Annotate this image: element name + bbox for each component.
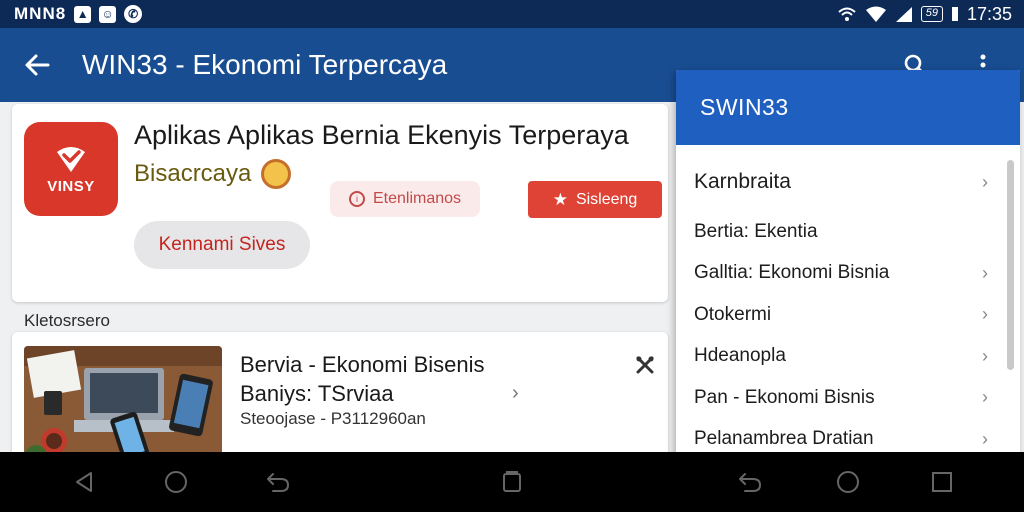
menu-scrollbar[interactable]: [1007, 160, 1014, 370]
menu-item-label: Bertia: Ekentia: [694, 220, 818, 242]
nav-back-button[interactable]: [70, 468, 98, 496]
menu-item[interactable]: Hdeanopla ›: [676, 336, 1020, 378]
recents-icon: [503, 471, 521, 492]
chevron-right-icon: ›: [982, 262, 988, 283]
status-bar: MNN8 ▲ ☺ ✆ 59 17:35: [0, 0, 1024, 28]
result-card[interactable]: Bervia - Ekonomi Bisenis Baniys: TSrviaa…: [12, 332, 668, 462]
menu-item-label: Karnbraita: [694, 170, 791, 193]
app-info-card: VINSY Aplikas Aplikas Bernia Ekenyis Ter…: [12, 104, 668, 302]
section-label: Kletosrsero: [24, 311, 110, 330]
wifi-icon: [865, 6, 887, 23]
status-right: 59 17:35: [837, 4, 1012, 25]
nav-recents-button[interactable]: [498, 468, 526, 496]
back-icon: [739, 473, 761, 492]
result-subtitle: Baniys: TSrviaa: [240, 381, 394, 406]
undo-icon: [267, 473, 289, 492]
result-thumbnail: [24, 346, 222, 462]
status-clock: 17:35: [966, 3, 1012, 24]
image-icon: ▲: [74, 5, 92, 23]
checkmark-shield-icon: [57, 146, 85, 172]
nav-home-button[interactable]: [162, 468, 190, 496]
menu-header: SWIN33: [676, 70, 1020, 145]
navigation-bar: [0, 452, 1024, 512]
chevron-right-icon: ›: [982, 345, 988, 366]
menu-item-label: Hdeanopla: [694, 345, 786, 367]
home-icon: [837, 471, 859, 493]
menu-item-label: Otokermi: [694, 303, 772, 325]
menu-item-label: Galltia: Ekonomi Bisnia: [694, 262, 890, 284]
nav-back-button-2[interactable]: [736, 468, 764, 496]
secondary-action-button[interactable]: i Etenlimanos: [330, 181, 480, 217]
star-icon: ★: [552, 189, 568, 209]
home-icon: [165, 471, 187, 493]
nav-undo-button[interactable]: [264, 468, 292, 496]
app-logo-text: VINSY: [47, 177, 95, 195]
battery-icon: 59: [920, 6, 943, 22]
developer-row: Bisacrcaya: [134, 159, 292, 189]
primary-action-button[interactable]: ★ Sisleeng: [528, 181, 662, 218]
nav-home-button-2[interactable]: [834, 468, 862, 496]
tools-icon: [636, 356, 654, 374]
back-icon: [76, 472, 92, 492]
status-left: MNN8 ▲ ☺ ✆: [14, 4, 143, 24]
nav-overview-button[interactable]: [928, 468, 956, 496]
game-icon: ☺: [99, 5, 117, 23]
square-icon: [932, 472, 952, 492]
menu-item[interactable]: Karnbraita ›: [676, 153, 1020, 211]
primary-action-label: Sisleeng: [575, 190, 638, 208]
carrier-name: MNN8: [14, 4, 67, 23]
wifi-calling-icon: [837, 6, 857, 22]
chevron-right-icon: ›: [982, 171, 988, 192]
info-ring-icon: i: [348, 191, 365, 207]
chevron-right-icon: ›: [982, 387, 988, 408]
app-logo[interactable]: VINSY: [24, 122, 118, 216]
menu-list: Karnbraita › Bertia: Ekentia Galltia: Ekono…: [676, 153, 1020, 460]
chip-button[interactable]: Kennami Sives: [134, 221, 310, 269]
result-title: Bervia - Ekonomi Bisenis: [240, 352, 485, 377]
battery-level-icon: [951, 6, 959, 22]
whatsapp-icon: ✆: [124, 5, 143, 23]
app-name: Aplikas Aplikas Bernia Ekenyis Terperaya: [134, 120, 629, 150]
menu-item[interactable]: Bertia: Ekentia: [676, 211, 1020, 253]
signal-icon: [895, 6, 913, 23]
developer-badge-icon: [261, 159, 292, 189]
menu-item[interactable]: Pan - Ekonomi Bisnis ›: [676, 377, 1020, 419]
result-meta: Steoojase - P3112960an: [240, 409, 426, 428]
menu-item-label: Pan - Ekonomi Bisnis: [694, 386, 875, 408]
back-arrow-icon: [25, 54, 50, 76]
secondary-action-label: Etenlimanos: [372, 190, 462, 207]
chevron-right-icon: ›: [982, 304, 988, 325]
menu-item[interactable]: Otokermi ›: [676, 294, 1020, 336]
menu-item-label: Pelanambrea Dratian: [694, 428, 874, 450]
developer-name[interactable]: Bisacrcaya: [134, 160, 251, 188]
chevron-right-icon[interactable]: ›: [512, 382, 519, 405]
chevron-right-icon: ›: [982, 428, 988, 449]
overflow-menu: SWIN33 Karnbraita › Bertia: Ekentia Galltia…: [676, 70, 1020, 470]
menu-item[interactable]: Galltia: Ekonomi Bisnia ›: [676, 253, 1020, 295]
tools-button[interactable]: [632, 352, 658, 378]
back-button[interactable]: [20, 48, 54, 82]
